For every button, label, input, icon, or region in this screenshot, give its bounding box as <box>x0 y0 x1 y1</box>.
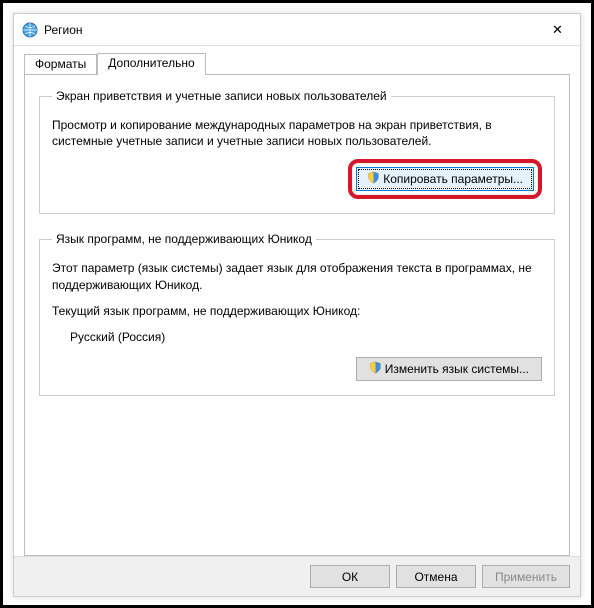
highlight-annotation: Копировать параметры... <box>348 159 542 199</box>
shield-icon <box>367 171 380 187</box>
change-system-locale-label: Изменить язык системы... <box>385 362 529 376</box>
ok-button[interactable]: ОК <box>310 565 390 588</box>
tab-page-advanced: Экран приветствия и учетные записи новых… <box>24 74 570 556</box>
group-welcome-screen: Экран приветствия и учетные записи новых… <box>39 89 555 214</box>
apply-button[interactable]: Применить <box>482 565 570 588</box>
titlebar: Регион ✕ <box>14 14 580 46</box>
tab-advanced[interactable]: Дополнительно <box>97 53 205 75</box>
change-system-locale-button[interactable]: Изменить язык системы... <box>356 357 542 381</box>
region-dialog: Регион ✕ Форматы Дополнительно Экран при… <box>13 13 581 597</box>
shield-icon <box>369 361 382 377</box>
cancel-button[interactable]: Отмена <box>396 565 476 588</box>
copy-settings-button[interactable]: Копировать параметры... <box>356 167 534 191</box>
tabstrip: Форматы Дополнительно <box>24 52 570 74</box>
current-language-label: Текущий язык программ, не поддерживающих… <box>52 303 542 319</box>
group-non-unicode: Язык программ, не поддерживающих Юникод … <box>39 232 555 396</box>
window-title: Регион <box>44 23 83 37</box>
group-non-unicode-desc: Этот параметр (язык системы) задает язык… <box>52 260 542 292</box>
copy-settings-label: Копировать параметры... <box>383 172 523 186</box>
content-area: Форматы Дополнительно Экран приветствия … <box>14 46 580 556</box>
group-welcome-desc: Просмотр и копирование международных пар… <box>52 117 542 149</box>
current-language-value: Русский (Россия) <box>70 329 542 345</box>
dialog-footer: ОК Отмена Применить <box>14 556 580 596</box>
group-welcome-legend: Экран приветствия и учетные записи новых… <box>52 89 391 103</box>
tab-formats[interactable]: Форматы <box>24 54 97 74</box>
group-non-unicode-legend: Язык программ, не поддерживающих Юникод <box>52 232 316 246</box>
globe-icon <box>22 22 38 38</box>
close-button[interactable]: ✕ <box>535 14 580 46</box>
